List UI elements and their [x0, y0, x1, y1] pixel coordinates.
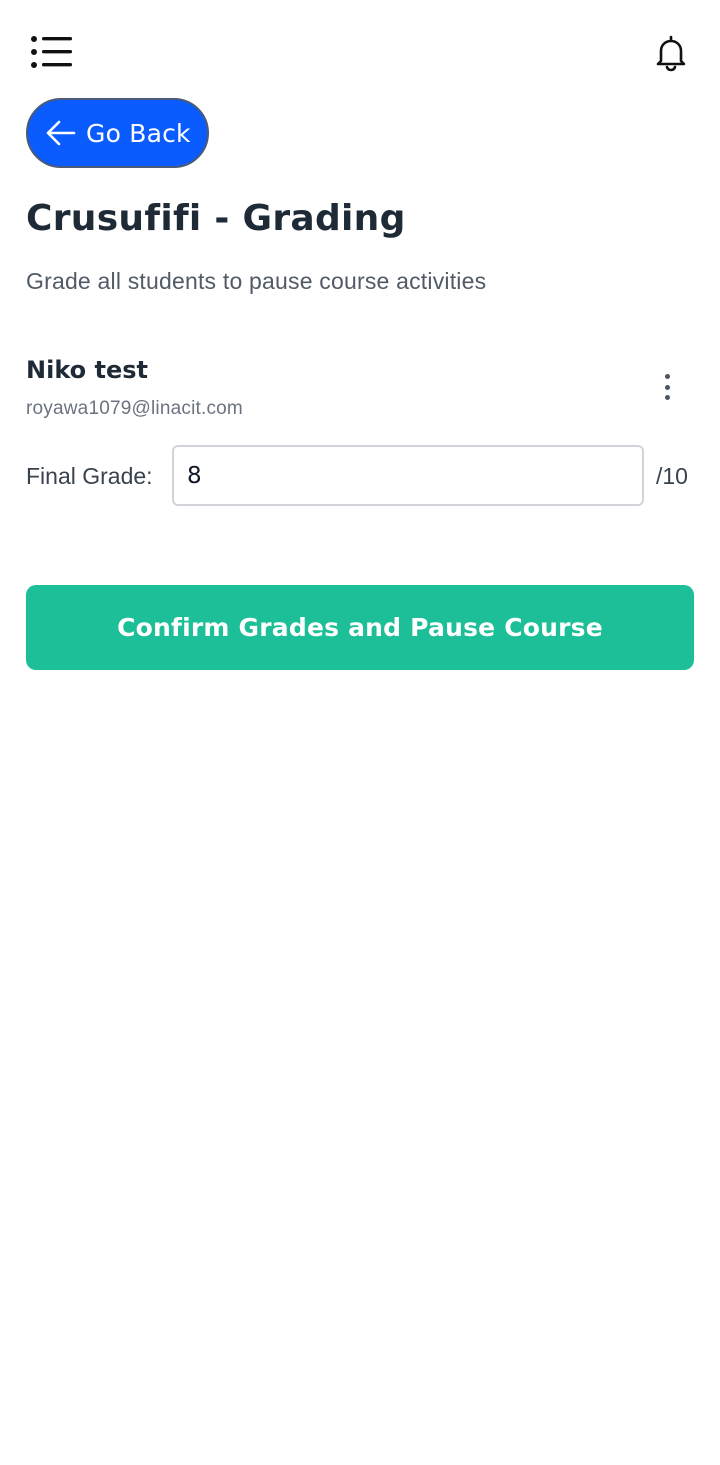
bell-icon[interactable] — [654, 34, 688, 72]
more-vertical-icon[interactable] — [656, 372, 678, 402]
page-title: Crusufifi - Grading — [26, 198, 406, 239]
go-back-button[interactable]: Go Back — [26, 98, 209, 168]
confirm-grades-button[interactable]: Confirm Grades and Pause Course — [26, 585, 694, 670]
final-grade-label: Final Grade: — [26, 463, 153, 489]
student-name: Niko test — [26, 356, 148, 384]
student-email: royawa1079@linacit.com — [26, 398, 243, 419]
arrow-left-icon — [46, 120, 76, 146]
grading-page: Go Back Crusufifi - Grading Grade all st… — [0, 0, 720, 1465]
grade-max-label: /10 — [656, 463, 688, 489]
list-menu-icon[interactable] — [30, 36, 74, 70]
go-back-label: Go Back — [86, 118, 191, 148]
page-subtitle: Grade all students to pause course activ… — [26, 268, 487, 294]
final-grade-input[interactable] — [172, 445, 644, 506]
